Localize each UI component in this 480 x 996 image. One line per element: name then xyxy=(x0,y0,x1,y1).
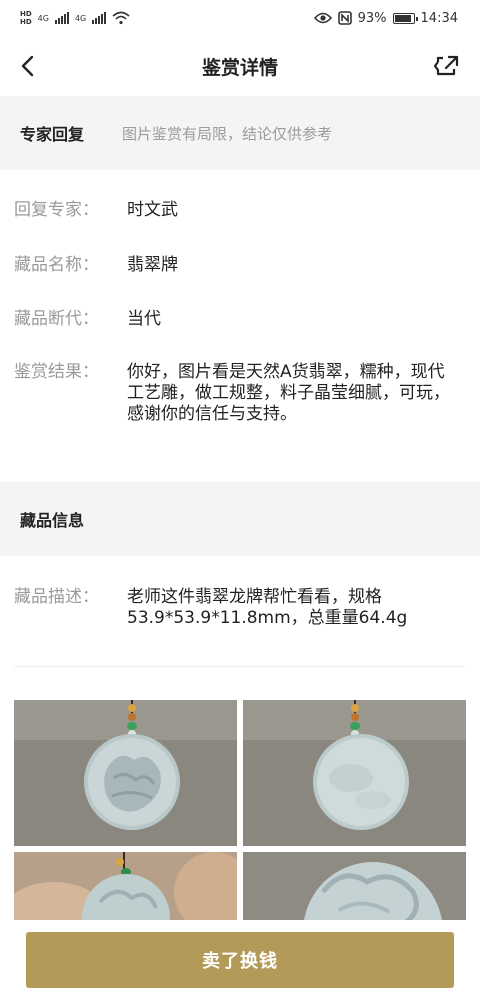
bottom-action-bar: 卖了换钱 xyxy=(0,920,480,996)
row-expert: 回复专家： 时文武 xyxy=(14,200,466,221)
row-label: 回复专家： xyxy=(14,200,99,220)
row-result: 鉴赏结果： 你好，图片看是天然A货翡翠，糯种，现代工艺雕，做工规整，料子晶莹细腻… xyxy=(14,362,466,425)
network-tag-1: HD xyxy=(20,10,32,18)
row-label: 鉴赏结果： xyxy=(14,362,99,382)
network-tag-2: HD xyxy=(20,18,32,26)
row-label: 藏品描述： xyxy=(14,587,99,607)
expert-reply-title: 专家回复 xyxy=(20,125,85,144)
sell-for-cash-button[interactable]: 卖了换钱 xyxy=(26,932,454,988)
wifi-icon xyxy=(112,11,130,25)
photo-plain-back[interactable] xyxy=(243,700,466,846)
row-item-name: 藏品名称： 翡翠牌 xyxy=(14,255,466,276)
row-value: 老师这件翡翠龙牌帮忙看看，规格53.9*53.9*11.8mm，总重量64.4g xyxy=(127,587,408,628)
photo-dragon-front[interactable] xyxy=(14,700,237,846)
expert-reply-header: 专家回复 图片鉴赏有局限，结论仅供参考 xyxy=(0,96,480,170)
row-value: 当代 xyxy=(127,309,161,329)
signal-label-1: 4G xyxy=(37,13,49,23)
row-value: 翡翠牌 xyxy=(127,255,178,275)
nfc-icon xyxy=(337,11,352,25)
jade-pendant-front-image xyxy=(14,700,237,846)
status-left: HD HD 4G 4G xyxy=(20,10,130,26)
page-title: 鉴赏详情 xyxy=(201,56,278,79)
battery-percent: 93% xyxy=(357,10,387,26)
jade-closeup-image xyxy=(243,852,466,928)
signal-label-2: 4G xyxy=(74,13,87,23)
row-dating: 藏品断代： 当代 xyxy=(14,309,466,330)
network-tag-icon: HD HD xyxy=(20,10,32,26)
divider xyxy=(14,666,466,667)
row-value: 你好，图片看是天然A货翡翠，糯种，现代工艺雕，做工规整，料子晶莹细腻，可玩，感谢… xyxy=(127,362,450,424)
status-bar: HD HD 4G 4G 93% 14:34 xyxy=(0,0,480,36)
share-icon[interactable] xyxy=(432,52,460,80)
photo-in-hand[interactable] xyxy=(14,852,237,928)
signal-icon-2 xyxy=(92,12,107,24)
item-info-title: 藏品信息 xyxy=(20,511,85,530)
row-value: 时文武 xyxy=(127,200,178,220)
battery-icon xyxy=(392,12,418,24)
item-info-header: 藏品信息 xyxy=(0,482,480,556)
jade-pendant-back-image xyxy=(243,700,466,846)
disclaimer-note: 图片鉴赏有局限，结论仅供参考 xyxy=(122,124,333,143)
row-label: 藏品断代： xyxy=(14,309,99,329)
signal-icon xyxy=(54,12,69,24)
row-description: 藏品描述： 老师这件翡翠龙牌帮忙看看，规格53.9*53.9*11.8mm，总重… xyxy=(14,587,466,629)
photo-carving-closeup[interactable] xyxy=(243,852,466,928)
chevron-left-icon[interactable] xyxy=(16,52,44,80)
clock: 14:34 xyxy=(420,10,458,26)
jade-in-hand-image xyxy=(14,852,237,928)
nav-bar: 鉴赏详情 xyxy=(0,36,480,96)
eye-icon xyxy=(313,12,332,24)
status-right: 93% 14:34 xyxy=(313,10,458,26)
row-label: 藏品名称： xyxy=(14,255,99,275)
